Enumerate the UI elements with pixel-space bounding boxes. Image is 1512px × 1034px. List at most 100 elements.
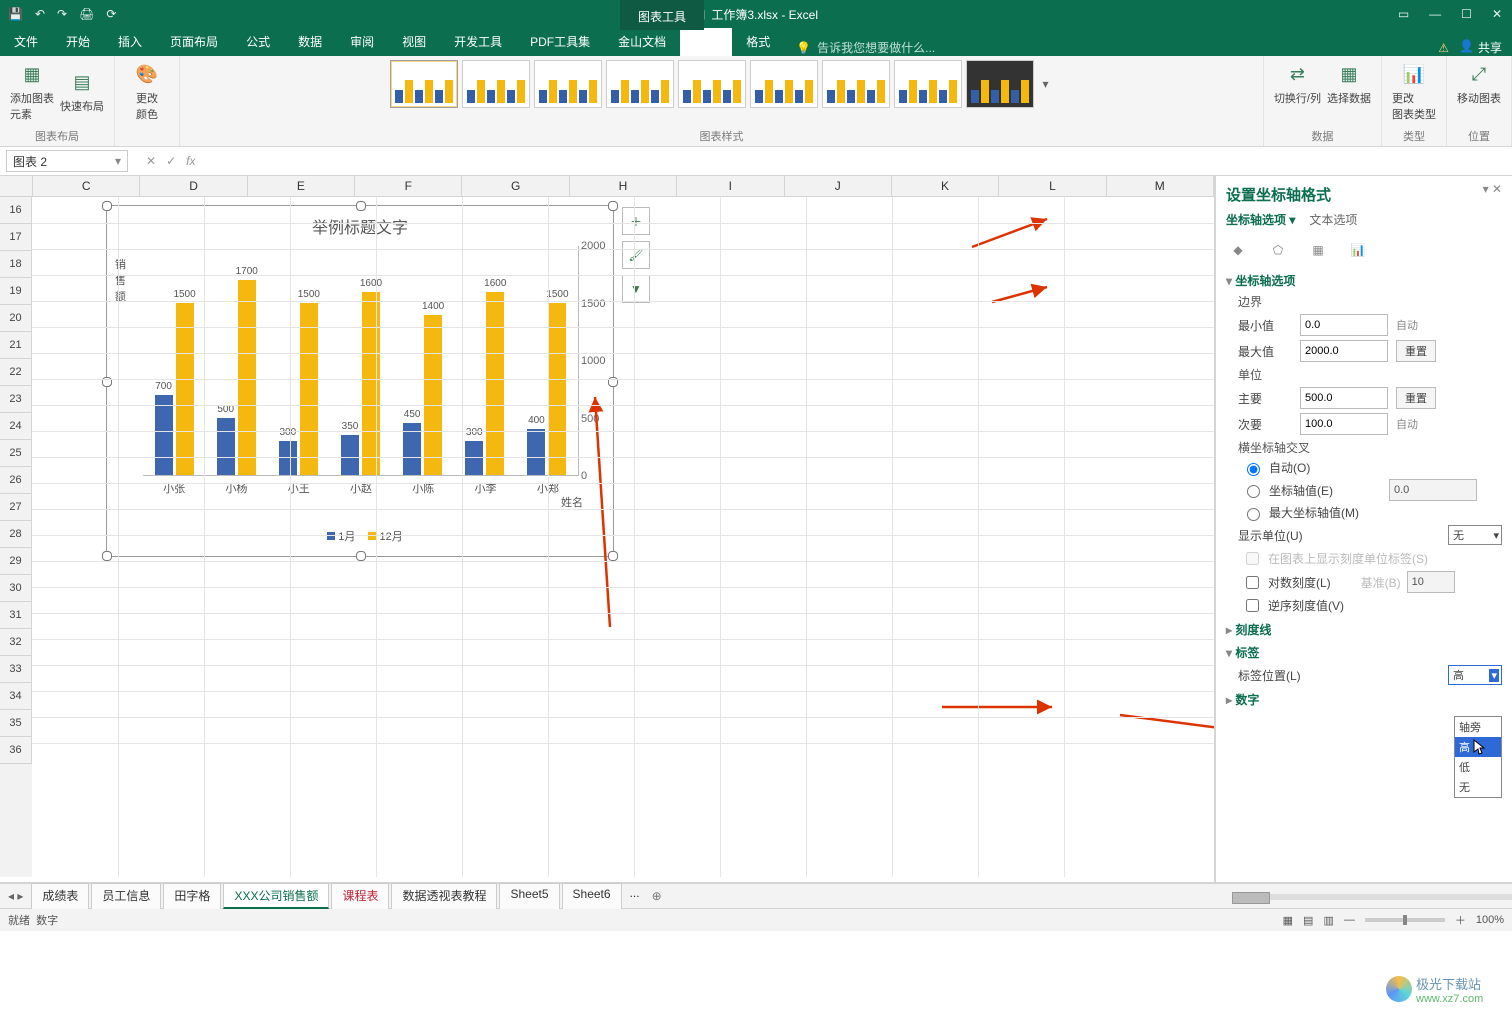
minimize-icon[interactable]: — <box>1429 7 1441 21</box>
row-20[interactable]: 20 <box>0 305 32 332</box>
share-button[interactable]: 👤共享 <box>1459 39 1502 56</box>
change-color-button[interactable]: 🎨更改 颜色 <box>125 60 169 122</box>
row-35[interactable]: 35 <box>0 710 32 737</box>
row-29[interactable]: 29 <box>0 548 32 575</box>
row-30[interactable]: 30 <box>0 575 32 602</box>
tab-home[interactable]: 开始 <box>52 27 104 56</box>
row-25[interactable]: 25 <box>0 440 32 467</box>
tell-me[interactable]: 💡告诉我您想要做什么... <box>796 39 935 56</box>
row-28[interactable]: 28 <box>0 521 32 548</box>
sheet-tab[interactable]: 课程表 <box>331 883 389 909</box>
label-pos-select[interactable]: 高▾ <box>1448 665 1502 685</box>
row-34[interactable]: 34 <box>0 683 32 710</box>
print-icon[interactable]: 🖨 <box>79 7 94 21</box>
chart-style-3[interactable] <box>534 60 602 108</box>
col-L[interactable]: L <box>999 176 1106 196</box>
gallery-expand-icon[interactable]: ▾ <box>1038 77 1052 91</box>
label-pos-dropdown[interactable]: 轴旁 高 低 无 <box>1454 716 1502 798</box>
sect-number[interactable]: 数字 <box>1226 691 1512 708</box>
switch-row-col-button[interactable]: ⇄切换行/列 <box>1274 60 1321 106</box>
col-M[interactable]: M <box>1107 176 1214 196</box>
tab-design[interactable]: 设计 <box>680 27 732 56</box>
worksheet-grid[interactable]: CDEFGHIJKLM 1617181920212223242526272829… <box>0 176 1215 882</box>
size-icon[interactable]: ▦ <box>1308 240 1328 260</box>
col-E[interactable]: E <box>248 176 355 196</box>
tab-pdf[interactable]: PDF工具集 <box>516 27 604 56</box>
row-36[interactable]: 36 <box>0 737 32 764</box>
tab-data[interactable]: 数据 <box>284 27 336 56</box>
chart-style-4[interactable] <box>606 60 674 108</box>
zoom-slider[interactable] <box>1365 918 1445 922</box>
max-input[interactable] <box>1300 340 1388 362</box>
dropdown-opt-low[interactable]: 低 <box>1455 757 1501 777</box>
tab-formulas[interactable]: 公式 <box>232 27 284 56</box>
col-I[interactable]: I <box>677 176 784 196</box>
row-23[interactable]: 23 <box>0 386 32 413</box>
chevron-down-icon[interactable]: ▾ <box>115 154 121 168</box>
sheet-tab[interactable]: 数据透视表教程 <box>391 883 497 909</box>
sect-axis-options[interactable]: 坐标轴选项 <box>1226 272 1512 289</box>
move-chart-button[interactable]: ⤢移动图表 <box>1457 60 1501 106</box>
tab-pagelayout[interactable]: 页面布局 <box>156 27 232 56</box>
select-data-button[interactable]: ▦选择数据 <box>1327 60 1371 106</box>
sheet-tab[interactable]: Sheet5 <box>499 883 559 909</box>
col-D[interactable]: D <box>140 176 247 196</box>
view-pagebreak-icon[interactable]: ▥ <box>1323 914 1333 927</box>
warning-icon[interactable]: ⚠ <box>1438 41 1449 55</box>
hscroll-thumb[interactable] <box>1232 892 1270 904</box>
undo-icon[interactable]: ↶ <box>35 7 45 21</box>
chart-style-1[interactable] <box>390 60 458 108</box>
tab-insert[interactable]: 插入 <box>104 27 156 56</box>
sheet-tab[interactable]: 员工信息 <box>91 883 161 909</box>
reverse-order-checkbox[interactable]: 逆序刻度值(V) <box>1242 596 1512 615</box>
tab-format[interactable]: 格式 <box>732 27 784 56</box>
row-27[interactable]: 27 <box>0 494 32 521</box>
sheet-tab[interactable]: Sheet6 <box>562 883 622 909</box>
fill-icon[interactable]: ◆ <box>1228 240 1248 260</box>
major-input[interactable] <box>1300 387 1388 409</box>
sect-tickmarks[interactable]: 刻度线 <box>1226 621 1512 638</box>
chart-style-6[interactable] <box>750 60 818 108</box>
maximize-icon[interactable]: ☐ <box>1461 7 1472 21</box>
col-H[interactable]: H <box>570 176 677 196</box>
row-21[interactable]: 21 <box>0 332 32 359</box>
dropdown-opt-high[interactable]: 高 <box>1455 737 1501 757</box>
col-K[interactable]: K <box>892 176 999 196</box>
sect-labels[interactable]: 标签 <box>1226 644 1512 661</box>
redo-icon[interactable]: ↷ <box>57 7 67 21</box>
add-chart-element-button[interactable]: ▦添加图表 元素 <box>10 60 54 122</box>
row-17[interactable]: 17 <box>0 224 32 251</box>
zoom-out-button[interactable]: — <box>1344 914 1355 926</box>
pane-options-icon[interactable]: ▾ ✕ <box>1483 182 1502 196</box>
chart-style-2[interactable] <box>462 60 530 108</box>
close-icon[interactable]: ✕ <box>1492 7 1502 21</box>
enter-formula-icon[interactable]: ✓ <box>166 154 176 168</box>
col-C[interactable]: C <box>33 176 140 196</box>
cross-value-radio[interactable]: 坐标轴值(E) <box>1242 479 1512 501</box>
cells-area[interactable]: 举例标题文字 销 售 额 700150050017003001500350160… <box>32 197 1214 877</box>
chart-style-9[interactable] <box>966 60 1034 108</box>
chart-styles-gallery[interactable]: ▾ <box>390 60 1052 108</box>
row-24[interactable]: 24 <box>0 413 32 440</box>
fx-icon[interactable]: fx <box>186 154 195 168</box>
row-16[interactable]: 16 <box>0 197 32 224</box>
col-F[interactable]: F <box>355 176 462 196</box>
min-input[interactable] <box>1300 314 1388 336</box>
col-G[interactable]: G <box>462 176 569 196</box>
cross-max-radio[interactable]: 最大坐标轴值(M) <box>1242 504 1512 521</box>
row-33[interactable]: 33 <box>0 656 32 683</box>
cancel-formula-icon[interactable]: ✕ <box>146 154 156 168</box>
tab-kingsoft[interactable]: 金山文档 <box>604 27 680 56</box>
refresh-icon[interactable]: ⟳ <box>106 7 116 21</box>
reset-max-button[interactable]: 重置 <box>1396 340 1436 362</box>
save-icon[interactable]: 💾 <box>8 7 23 21</box>
chart-style-8[interactable] <box>894 60 962 108</box>
view-normal-icon[interactable]: ▦ <box>1283 914 1293 927</box>
quick-layout-button[interactable]: ▤快速布局 <box>60 68 104 114</box>
tab-devtools[interactable]: 开发工具 <box>440 27 516 56</box>
column-headers[interactable]: CDEFGHIJKLM <box>0 176 1214 197</box>
tab-review[interactable]: 审阅 <box>336 27 388 56</box>
log-scale-checkbox[interactable]: 对数刻度(L)基准(B) <box>1242 571 1512 593</box>
tab-file[interactable]: 文件 <box>0 27 52 56</box>
chart-style-7[interactable] <box>822 60 890 108</box>
